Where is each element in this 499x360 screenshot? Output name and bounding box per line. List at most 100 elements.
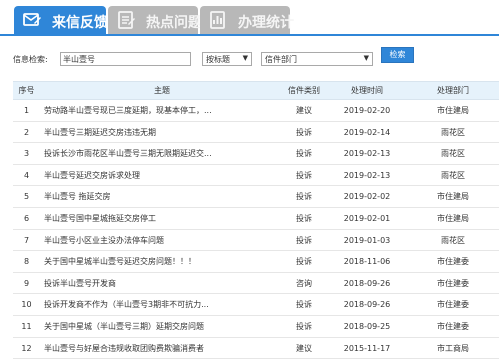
row-date: 2019-02-13: [343, 149, 391, 159]
row-date: 2018-09-26: [343, 278, 391, 288]
search-type-select[interactable]: 按标题 ▼: [202, 52, 252, 66]
row-department: 市住建委: [437, 257, 469, 267]
table-row: 2 半山壹号三期延迟交房违违无期 投诉 2019-02-14 雨花区: [13, 122, 499, 144]
row-department: 市住建局: [437, 192, 469, 202]
row-subject-link[interactable]: 投诉开发商不作为（半山壹号3期非不可抗力...: [44, 294, 280, 315]
letters-table: 序号 主题 信件类别 处理时间 处理部门 1 劳动路半山壹号现已三度延期，现基本停…: [13, 81, 499, 360]
row-date: 2019-02-01: [343, 213, 391, 223]
row-index: 1: [23, 106, 30, 115]
row-date: 2018-09-26: [343, 300, 391, 310]
row-department: 市工商局: [437, 343, 469, 353]
row-department: 市住建委: [437, 300, 469, 310]
row-category: 建议: [296, 106, 312, 115]
row-index: 5: [23, 192, 30, 202]
row-category: 投诉: [296, 149, 312, 159]
table-row: 10 投诉开发商不作为（半山壹号3期非不可抗力... 投诉 2018-09-26 市住建…: [13, 294, 499, 316]
row-index: 11: [21, 321, 32, 331]
row-index: 6: [23, 213, 30, 223]
table-row: 3 投诉长沙市雨花区半山壹号三期无限期延迟交... 投诉 2019-02-13 雨花区: [13, 143, 499, 165]
row-department: 雨花区: [441, 235, 465, 245]
department-value: 信件部门: [265, 55, 297, 64]
tab-feedback-label: 来信反馈: [52, 15, 108, 31]
statistics-icon: [210, 11, 225, 29]
row-category: 投诉: [296, 300, 312, 310]
row-subject-link[interactable]: 半山壹号延迟交房诉求处理: [44, 165, 280, 186]
row-index: 8: [23, 257, 30, 267]
search-type-value: 按标题: [206, 55, 230, 64]
row-subject-link[interactable]: 关于国中星城半山壹号延迟交房问题！！！: [44, 251, 280, 272]
hot-topics-icon: [118, 11, 135, 29]
header-date: 处理时间: [351, 86, 383, 95]
row-category: 投诉: [296, 127, 312, 137]
tab-feedback[interactable]: 来信反馈: [14, 6, 108, 34]
row-date: 2019-02-20: [343, 106, 391, 115]
table-row: 4 半山壹号延迟交房诉求处理 投诉 2019-02-13 雨花区: [13, 165, 499, 187]
row-subject-link[interactable]: 半山壹号国中星城拖延交房停工: [44, 208, 280, 229]
search-button[interactable]: 检索: [381, 47, 414, 63]
search-bar: 信息检索: 半山壹号 按标题 ▼ 信件部门 ▼ 检索: [0, 44, 499, 70]
table-header: 序号 主题 信件类别 处理时间 处理部门: [13, 81, 499, 100]
row-date: 2019-01-03: [343, 235, 391, 245]
tab-underline: [0, 34, 499, 36]
row-date: 2019-02-14: [343, 127, 391, 137]
row-index: 4: [23, 170, 30, 180]
row-department: 市住建委: [437, 321, 469, 331]
header-index: 序号: [18, 86, 35, 95]
row-category: 咨询: [296, 278, 312, 288]
row-category: 投诉: [296, 213, 312, 223]
table-row: 7 半山壹号小区业主没办法停车问题 投诉 2019-01-03 雨花区: [13, 230, 499, 252]
table-row: 1 劳动路半山壹号现已三度延期，现基本停工，... 建议 2019-02-20 市住建局: [13, 100, 499, 122]
table-row: 11 关于国中星城（半山壹号三期）延期交房问题 投诉 2018-09-25 市住建委: [13, 316, 499, 338]
chevron-down-icon: ▼: [363, 54, 369, 62]
row-department: 市住建局: [437, 106, 469, 115]
table-row: 6 半山壹号国中星城拖延交房停工 投诉 2019-02-01 市住建局: [13, 208, 499, 230]
row-subject-link[interactable]: 劳动路半山壹号现已三度延期，现基本停工，...: [44, 100, 280, 121]
header-subject: 主题: [154, 86, 170, 95]
tab-statistics[interactable]: 办理统计: [200, 6, 294, 34]
row-subject-link[interactable]: 投诉半山壹号开发商: [44, 273, 280, 294]
row-department: 雨花区: [441, 127, 465, 137]
row-date: 2018-11-06: [343, 257, 391, 267]
row-department: 市住建委: [437, 278, 469, 288]
row-subject-link[interactable]: 半山壹号三期延迟交房违违无期: [44, 122, 280, 143]
tab-hot-topics[interactable]: 热点问题: [108, 6, 202, 34]
header-department: 处理部门: [437, 86, 469, 95]
mail-feedback-icon: [23, 13, 41, 26]
row-index: 2: [23, 127, 30, 137]
row-department: 雨花区: [441, 170, 465, 180]
row-category: 投诉: [296, 257, 312, 267]
row-index: 7: [23, 235, 30, 245]
row-date: 2019-02-13: [343, 170, 391, 180]
row-category: 投诉: [296, 170, 312, 180]
row-date: 2018-09-25: [343, 321, 391, 331]
row-subject-link[interactable]: 关于国中星城（半山壹号三期）延期交房问题: [44, 316, 280, 337]
row-subject-link[interactable]: 半山壹号小区业主没办法停车问题: [44, 230, 280, 251]
row-index: 3: [23, 149, 30, 159]
row-category: 投诉: [296, 235, 312, 245]
table-body: 1 劳动路半山壹号现已三度延期，现基本停工，... 建议 2019-02-20 市住建局…: [13, 100, 499, 360]
row-date: 2019-02-02: [343, 192, 391, 202]
header-category: 信件类别: [288, 86, 320, 95]
department-select[interactable]: 信件部门 ▼: [261, 52, 373, 66]
row-index: 9: [23, 278, 30, 288]
tab-statistics-label: 办理统计: [238, 15, 294, 31]
row-index: 10: [21, 300, 32, 310]
row-index: 12: [21, 343, 32, 353]
row-category: 建议: [296, 343, 312, 353]
row-subject-link[interactable]: 半山壹号与好屋合违规收取团购费欺骗消费者: [44, 338, 280, 359]
row-department: 市住建局: [437, 213, 469, 223]
search-label: 信息检索:: [13, 55, 48, 64]
table-row: 12 半山壹号与好屋合违规收取团购费欺骗消费者 建议 2015-11-17 市工商局: [13, 338, 499, 360]
row-subject-link[interactable]: 半山壹号 拖延交房: [44, 186, 280, 207]
search-input[interactable]: 半山壹号: [60, 52, 191, 66]
row-category: 投诉: [296, 192, 312, 202]
table-row: 9 投诉半山壹号开发商 咨询 2018-09-26 市住建委: [13, 273, 499, 295]
chevron-down-icon: ▼: [242, 54, 248, 62]
row-department: 雨花区: [441, 149, 465, 159]
row-category: 投诉: [296, 321, 312, 331]
tab-bar: 来信反馈 热点问题 办理统计: [0, 0, 499, 36]
table-row: 8 关于国中星城半山壹号延迟交房问题！！！ 投诉 2018-11-06 市住建委: [13, 251, 499, 273]
tab-hot-topics-label: 热点问题: [146, 15, 202, 31]
row-subject-link[interactable]: 投诉长沙市雨花区半山壹号三期无限期延迟交...: [44, 143, 280, 164]
table-row: 5 半山壹号 拖延交房 投诉 2019-02-02 市住建局: [13, 186, 499, 208]
